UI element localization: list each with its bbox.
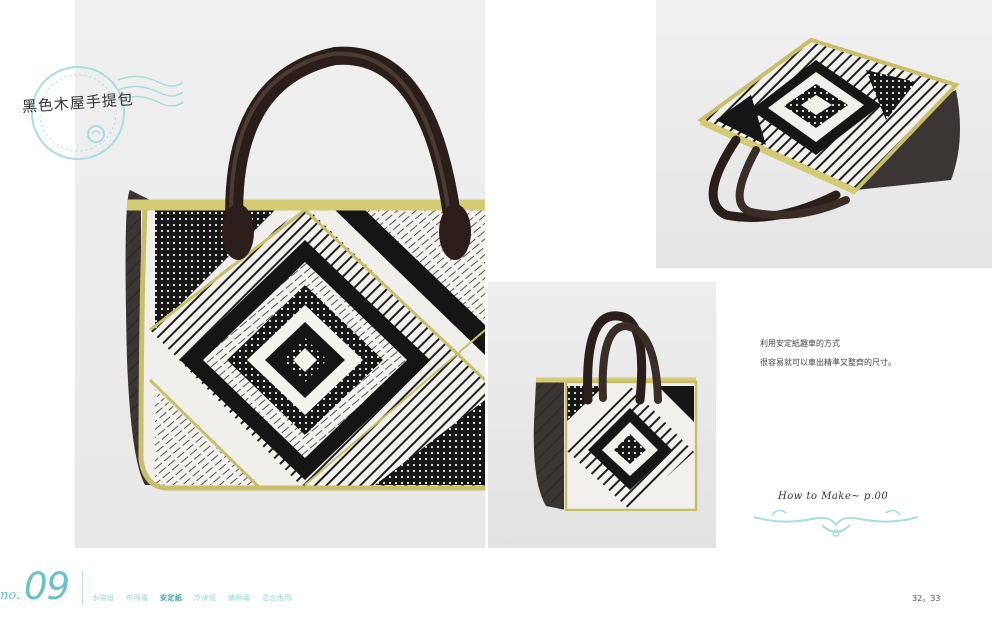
description: 利用安定紙趣車的方式 很容易就可以車出精準又整齊的尺寸。	[760, 334, 896, 372]
category-separator: ·	[117, 594, 121, 602]
number-prefix: no.	[0, 588, 21, 603]
how-to-make-link[interactable]: How to Make~ p.00	[778, 491, 888, 502]
page-number-right: 33	[930, 594, 941, 603]
category-item[interactable]: 水溶紙	[92, 594, 115, 602]
page-number-separator: 。	[922, 594, 931, 603]
footer-divider	[82, 570, 83, 606]
category-separator: ·	[185, 594, 189, 602]
small-bag-photo	[488, 282, 716, 548]
category-item[interactable]: 布用襯	[126, 594, 149, 602]
category-item[interactable]: 冷凍紙	[194, 594, 217, 602]
page-number-left: 32	[912, 594, 923, 603]
category-item-active[interactable]: 安定紙	[160, 594, 183, 602]
description-line: 利用安定紙趣車的方式	[760, 339, 840, 348]
item-number: 09	[24, 565, 70, 608]
top-bag-photo	[656, 0, 992, 268]
small-bag-illustration	[533, 311, 698, 512]
description-line: 很容易就可以車出精準又整齊的尺寸。	[760, 358, 896, 367]
category-separator: ·	[151, 594, 155, 602]
ornament-flourish-icon	[753, 509, 919, 537]
category-nav: 水溶紙 · 布用襯 · 安定紙 · 冷凍紙 · 鋪棉襯 · 混合應用	[92, 593, 292, 603]
page-numbers: 32。33	[912, 593, 940, 604]
top-bag-illustration	[697, 37, 960, 222]
category-item[interactable]: 混合應用	[262, 594, 292, 602]
category-separator: ·	[219, 594, 223, 602]
category-item[interactable]: 鋪棉襯	[228, 594, 251, 602]
category-separator: ·	[253, 594, 257, 602]
